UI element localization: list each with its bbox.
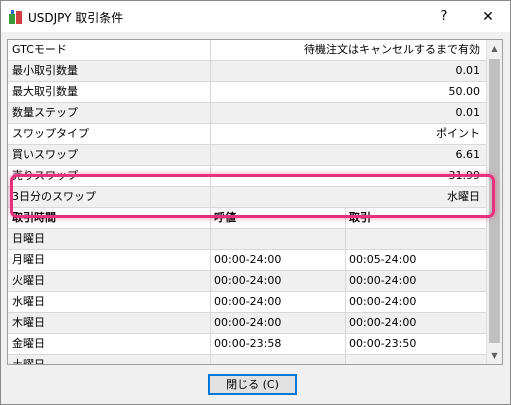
schedule-header-session: 取引時間 xyxy=(12,211,56,224)
help-button[interactable]: ? xyxy=(424,5,464,29)
schedule-day: 木曜日 xyxy=(12,316,45,329)
property-key: 買いスワップ xyxy=(12,148,78,161)
schedule-quotes: 00:00-24:00 xyxy=(214,316,282,329)
schedule-header-row: 取引時間 呼値 取引 xyxy=(8,208,486,229)
schedule-header-quotes: 呼値 xyxy=(214,211,236,224)
property-key: 数量ステップ xyxy=(12,106,78,119)
property-row-max-volume[interactable]: 最大取引数量 50.00 xyxy=(8,82,486,103)
property-row-triple-swap[interactable]: 3日分のスワップ 水曜日 xyxy=(8,187,486,208)
property-row-gtc-mode[interactable]: GTCモード 待機注文はキャンセルするまで有効 xyxy=(8,40,486,61)
schedule-header-trade: 取引 xyxy=(349,211,371,224)
schedule-quotes xyxy=(214,355,344,364)
scroll-down-arrow-icon[interactable]: ▼ xyxy=(487,347,502,364)
schedule-quotes xyxy=(214,229,344,249)
schedule-day: 火曜日 xyxy=(12,274,45,287)
scrollbar-thumb[interactable] xyxy=(489,59,500,343)
property-value: 0.01 xyxy=(455,64,481,77)
schedule-day: 日曜日 xyxy=(12,232,45,245)
window-title: USDJPY 取引条件 xyxy=(28,11,124,25)
schedule-trade: 00:00-24:00 xyxy=(349,295,417,308)
schedule-quotes: 00:00-24:00 xyxy=(214,274,282,287)
schedule-row-sunday[interactable]: 日曜日 xyxy=(8,229,486,250)
close-window-button[interactable]: ✕ xyxy=(468,5,508,29)
property-key: 売りスワップ xyxy=(12,169,78,182)
schedule-quotes: 00:00-23:58 xyxy=(214,337,282,350)
scroll-up-arrow-icon[interactable]: ▲ xyxy=(487,40,502,57)
title-bar[interactable]: USDJPY 取引条件 ? ✕ xyxy=(1,1,510,32)
schedule-trade xyxy=(349,355,479,364)
schedule-trade: 00:00-23:50 xyxy=(349,337,417,350)
specification-panel[interactable]: GTCモード 待機注文はキャンセルするまで有効 最小取引数量 0.01 最大取引… xyxy=(7,39,503,365)
schedule-day: 月曜日 xyxy=(12,253,45,266)
property-value: 0.01 xyxy=(455,106,481,119)
app-icon xyxy=(9,10,22,24)
property-row-swap-type[interactable]: スワップタイプ ポイント xyxy=(8,124,486,145)
schedule-day: 金曜日 xyxy=(12,337,45,350)
schedule-day: 土曜日 xyxy=(12,358,45,365)
property-value: ポイント xyxy=(436,127,480,140)
property-key: スワップタイプ xyxy=(12,127,89,140)
schedule-row-friday[interactable]: 金曜日 00:00-23:58 00:00-23:50 xyxy=(8,334,486,355)
schedule-quotes: 00:00-24:00 xyxy=(214,295,282,308)
property-value: 水曜日 xyxy=(447,190,480,203)
schedule-trade xyxy=(349,229,479,249)
schedule-row-wednesday[interactable]: 水曜日 00:00-24:00 00:00-24:00 xyxy=(8,292,486,313)
property-key: 最小取引数量 xyxy=(12,64,78,77)
schedule-trade: 00:05-24:00 xyxy=(349,253,417,266)
schedule-row-monday[interactable]: 月曜日 00:00-24:00 00:05-24:00 xyxy=(8,250,486,271)
vertical-scrollbar[interactable]: ▲ ▼ xyxy=(486,40,502,364)
property-key: 最大取引数量 xyxy=(12,85,78,98)
property-value: -31.99 xyxy=(444,169,480,182)
schedule-trade: 00:00-24:00 xyxy=(349,274,417,287)
property-key: GTCモード xyxy=(12,43,67,56)
property-row-min-volume[interactable]: 最小取引数量 0.01 xyxy=(8,61,486,82)
schedule-row-saturday[interactable]: 土曜日 xyxy=(8,355,486,365)
property-value: 6.61 xyxy=(455,148,481,161)
schedule-row-thursday[interactable]: 木曜日 00:00-24:00 00:00-24:00 xyxy=(8,313,486,334)
property-key: 3日分のスワップ xyxy=(12,190,96,203)
property-value: 待機注文はキャンセルするまで有効 xyxy=(304,43,480,56)
property-row-volume-step[interactable]: 数量ステップ 0.01 xyxy=(8,103,486,124)
close-button[interactable]: 閉じる (C) xyxy=(208,374,297,395)
schedule-trade: 00:00-24:00 xyxy=(349,316,417,329)
schedule-row-tuesday[interactable]: 火曜日 00:00-24:00 00:00-24:00 xyxy=(8,271,486,292)
dialog-window: USDJPY 取引条件 ? ✕ GTCモード 待機注文はキャンセルするまで有効 … xyxy=(0,0,511,405)
schedule-day: 水曜日 xyxy=(12,295,45,308)
property-row-swap-long[interactable]: 買いスワップ 6.61 xyxy=(8,145,486,166)
schedule-quotes: 00:00-24:00 xyxy=(214,253,282,266)
property-row-swap-short[interactable]: 売りスワップ -31.99 xyxy=(8,166,486,187)
property-value: 50.00 xyxy=(448,85,481,98)
